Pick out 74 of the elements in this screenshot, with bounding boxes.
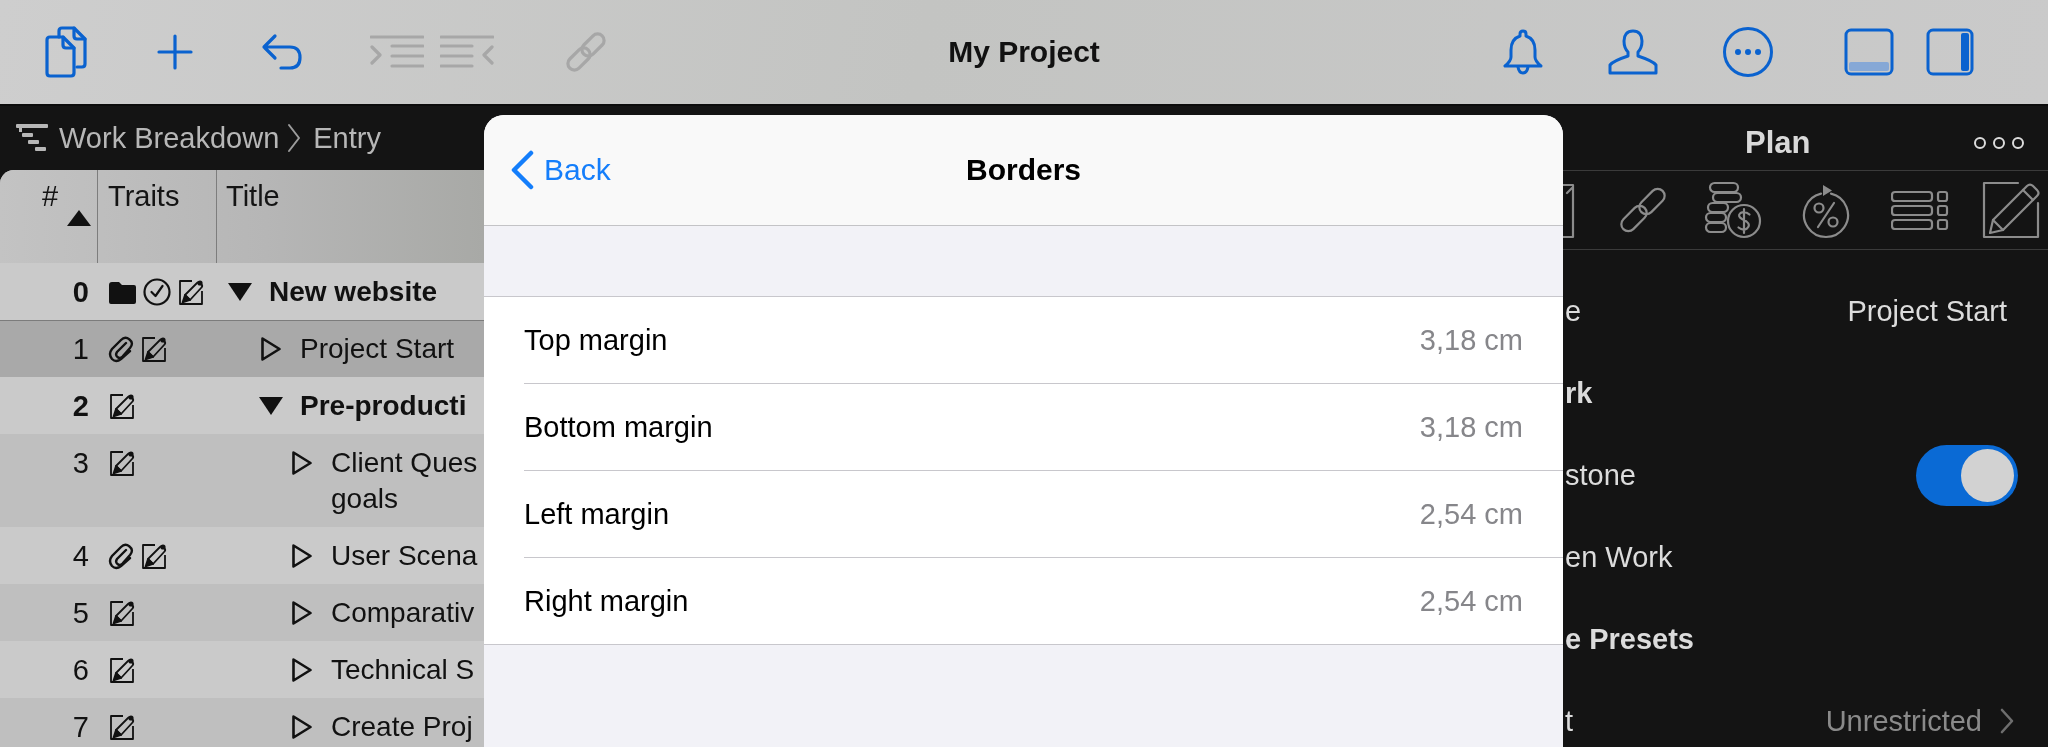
back-button[interactable]: Back [509, 150, 611, 190]
triangle-right-icon[interactable] [291, 543, 313, 569]
table-row[interactable]: 7 Create Proj [0, 698, 484, 747]
table-row[interactable]: 6 Technical S [0, 641, 484, 699]
field-label: t [1565, 704, 1574, 738]
field-value: Project Start [1847, 294, 2007, 328]
task-title: Project Start [300, 332, 455, 366]
more-icon[interactable] [1973, 135, 2025, 151]
column-header[interactable]: Title [226, 178, 280, 214]
table-row[interactable]: 2 Pre-producti [0, 377, 484, 435]
pencil-square-icon[interactable] [1982, 181, 2040, 239]
table-row[interactable]: 5 Comparativ [0, 584, 484, 642]
row-number: 3 [72, 446, 90, 481]
right-panel-icon[interactable] [1926, 28, 1974, 76]
task-title: New website [269, 275, 438, 309]
copy-icon[interactable] [43, 25, 89, 79]
triangle-right-icon[interactable] [260, 336, 282, 362]
triangle-right-icon[interactable] [291, 450, 313, 476]
row-number: 4 [72, 539, 90, 574]
task-title: Client Ques goals [331, 446, 478, 516]
setting-value: 3,18 cm [1419, 323, 1523, 357]
plus-icon[interactable] [157, 34, 193, 70]
toggle-switch[interactable] [1916, 444, 2018, 506]
setting-value: 2,54 cm [1419, 497, 1523, 531]
section-header: rk [1565, 376, 1593, 410]
bottom-panel-icon[interactable] [1844, 28, 1894, 76]
table-row[interactable]: 0 New website [0, 263, 484, 321]
triangle-right-icon[interactable] [291, 600, 313, 626]
breadcrumb-link[interactable]: Work Breakdown [59, 121, 280, 155]
chevron-right-icon[interactable] [2000, 708, 2014, 734]
document-title: My Project [948, 35, 1100, 69]
undo-icon[interactable] [261, 32, 303, 72]
table-row[interactable]: 4 User Scena [0, 527, 484, 585]
section-header: e Presets [1565, 622, 1694, 656]
task-title: Pre-producti [300, 389, 467, 423]
table-row[interactable]: 3 Client Ques goals [0, 434, 484, 528]
table-row[interactable]: 1 Project Start [0, 320, 484, 378]
panel-title: Plan [1745, 125, 1811, 161]
triangle-right-icon[interactable] [291, 657, 313, 683]
field-value[interactable]: Unrestricted [1825, 704, 1982, 738]
dialog-title: Borders [965, 153, 1081, 187]
document-edge-icon[interactable] [1563, 181, 1575, 239]
chevron-left-icon [509, 150, 535, 190]
column-header[interactable]: # [42, 178, 59, 214]
row-number: 0 [72, 275, 90, 310]
task-title: Comparativ [331, 596, 475, 630]
outline-icon[interactable] [16, 124, 48, 152]
task-title: Create Proj [331, 710, 473, 744]
setting-value: 3,18 cm [1419, 410, 1523, 444]
setting-label: Top margin [524, 323, 668, 357]
triangle-right-icon[interactable] [291, 714, 313, 740]
person-icon[interactable] [1608, 28, 1658, 76]
setting-label: Left margin [524, 497, 670, 531]
triangle-down-icon[interactable] [258, 396, 284, 416]
chevron-right-icon [287, 123, 302, 153]
row-number: 1 [72, 332, 90, 367]
field-label: en Work [1565, 540, 1673, 574]
field-label: stone [1565, 458, 1636, 492]
row-number: 6 [72, 653, 90, 688]
row-number: 5 [72, 596, 90, 631]
column-header[interactable]: Traits [108, 178, 180, 214]
breadcrumb-link[interactable]: Entry [313, 121, 381, 155]
list-icon[interactable] [1891, 190, 1949, 230]
task-title: Technical S [331, 653, 475, 687]
setting-label: Bottom margin [524, 410, 713, 444]
task-title: User Scena [331, 539, 478, 573]
bell-icon[interactable] [1502, 28, 1544, 76]
row-number: 7 [72, 710, 90, 745]
field-label: e [1565, 294, 1582, 328]
setting-value: 2,54 cm [1419, 584, 1523, 618]
coins-icon[interactable] [1704, 181, 1762, 239]
setting-label: Right margin [524, 584, 689, 618]
triangle-down-icon[interactable] [227, 282, 253, 302]
row-number: 2 [72, 389, 90, 424]
